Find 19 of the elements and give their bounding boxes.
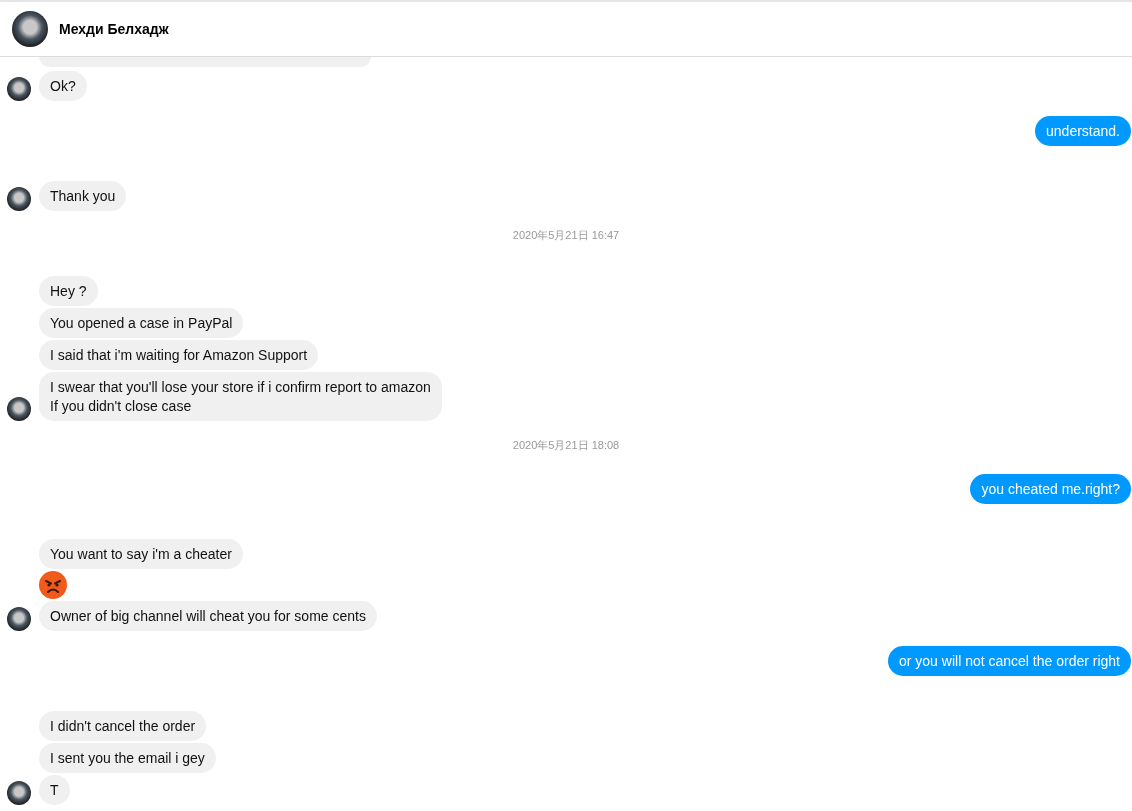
message-bubble: I sent you the email i gey — [39, 743, 216, 773]
timestamp: 2020年5月21日 16:47 — [512, 228, 620, 242]
message-bubble: T — [39, 775, 70, 805]
avatar-photo — [12, 11, 48, 47]
message-bubble: You opened a case in PayPal — [39, 308, 244, 338]
message-bubble: or you will not cancel the order right — [888, 646, 1131, 676]
message-bubble: Thank you — [39, 181, 127, 211]
angry-face-icon — [39, 571, 67, 599]
message-bubble: understand. — [1035, 116, 1131, 146]
contact-name: Мехди Белхадж — [59, 21, 169, 37]
message-bubble: you cheated me.right? — [970, 474, 1131, 504]
message-bubble: Owner of big channel will cheat you for some cents — [39, 601, 377, 631]
message-bubble: Ok? — [39, 71, 87, 101]
message-bubble: I said that i'm waiting for Amazon Support — [39, 340, 319, 370]
message-bubble: I didn't cancel the order — [39, 711, 207, 741]
message-bubble: Hey ? — [39, 276, 98, 306]
timestamp: 2020年5月21日 18:08 — [512, 438, 620, 452]
message-bubble: You want to say i'm a cheater — [39, 539, 243, 569]
message-bubble: I swear that you'll lose your store if i confirm report to amazon If you didn't close case — [39, 372, 442, 421]
